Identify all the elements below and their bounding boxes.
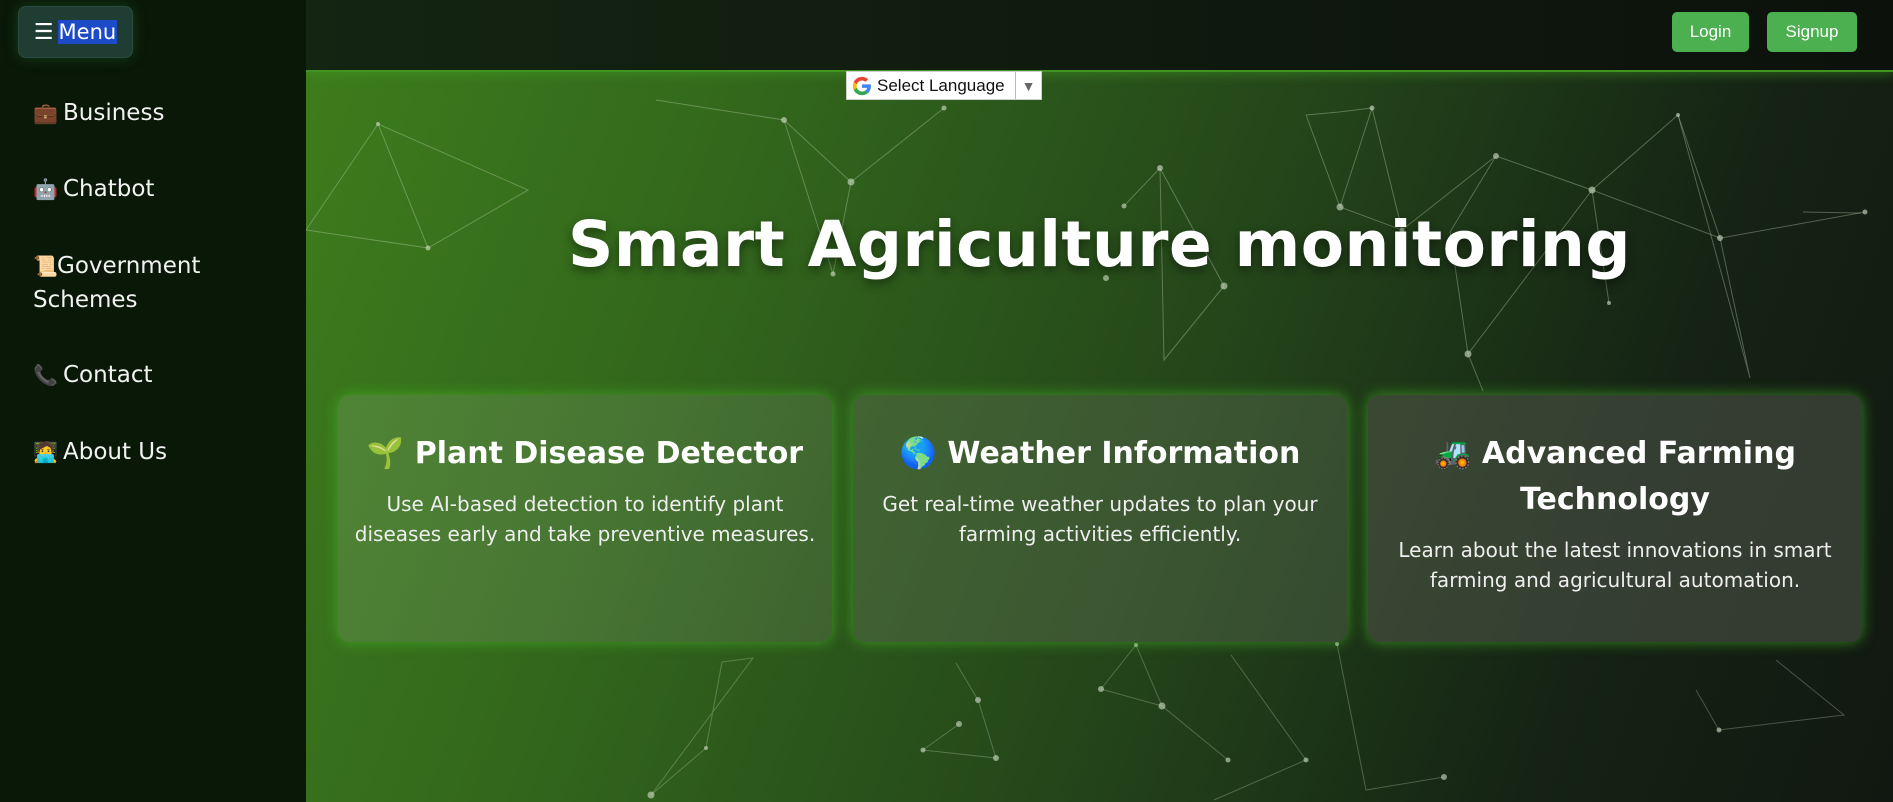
main-content: Login Signup Select Language ▼ Smart Agr… [306,0,1893,802]
card-description: Learn about the latest innovations in sm… [1398,538,1832,592]
chevron-down-icon: ▼ [1015,72,1041,99]
sidebar-item-label: Business [63,100,165,126]
menu-label: Menu [57,20,118,44]
card-description: Use AI-based detection to identify plant… [354,492,816,546]
card-advanced-farming-technology[interactable]: 🚜 Advanced Farming Technology Learn abou… [1368,395,1862,642]
sidebar-item-about-us[interactable]: 🧑‍💻 About Us [33,435,283,469]
sidebar-item-label: About Us [63,439,168,465]
signup-button[interactable]: Signup [1767,12,1857,52]
phone-icon: 📞 [33,363,58,387]
card-title: 🚜 Advanced Farming Technology [1382,431,1848,523]
card-title: 🌱 Plant Disease Detector [352,431,818,477]
sidebar-item-government-schemes[interactable]: 📜Government Schemes [33,249,253,317]
language-select[interactable]: Select Language ▼ [846,71,1042,100]
language-label: Select Language [877,75,1005,95]
card-title-text: Plant Disease Detector [414,436,804,471]
menu-button[interactable]: ☰ Menu [18,6,133,58]
technologist-icon: 🧑‍💻 [33,440,58,464]
sidebar-item-label: Government Schemes [33,253,201,313]
sidebar-item-business[interactable]: 💼 Business [33,96,283,130]
sidebar: ☰ Menu 💼 Business 🤖 Chatbot 📜Government Sc… [0,0,306,802]
globe-icon: 🌎 [899,436,937,471]
tractor-icon: 🚜 [1434,436,1472,471]
card-title: 🌎 Weather Information [867,431,1333,477]
card-weather-information[interactable]: 🌎 Weather Information Get real-time weat… [853,395,1347,642]
card-description: Get real-time weather updates to plan yo… [882,492,1318,546]
page-title: Smart Agriculture monitoring [567,208,1632,281]
card-plant-disease-detector[interactable]: 🌱 Plant Disease Detector Use AI-based de… [338,395,832,642]
sidebar-item-label: Chatbot [63,176,155,202]
robot-icon: 🤖 [33,177,58,201]
briefcase-icon: 💼 [33,101,58,125]
top-navbar: Login Signup [306,0,1893,72]
google-icon [847,75,877,97]
card-title-text: Weather Information [947,436,1301,471]
scroll-icon: 📜 [33,254,58,278]
card-title-text: Advanced Farming Technology [1481,436,1796,517]
sidebar-item-contact[interactable]: 📞 Contact [33,358,283,392]
sidebar-item-label: Contact [63,362,153,388]
login-button[interactable]: Login [1672,12,1749,52]
hamburger-icon: ☰ [33,19,54,45]
seedling-icon: 🌱 [366,436,405,471]
sidebar-item-chatbot[interactable]: 🤖 Chatbot [33,172,283,206]
